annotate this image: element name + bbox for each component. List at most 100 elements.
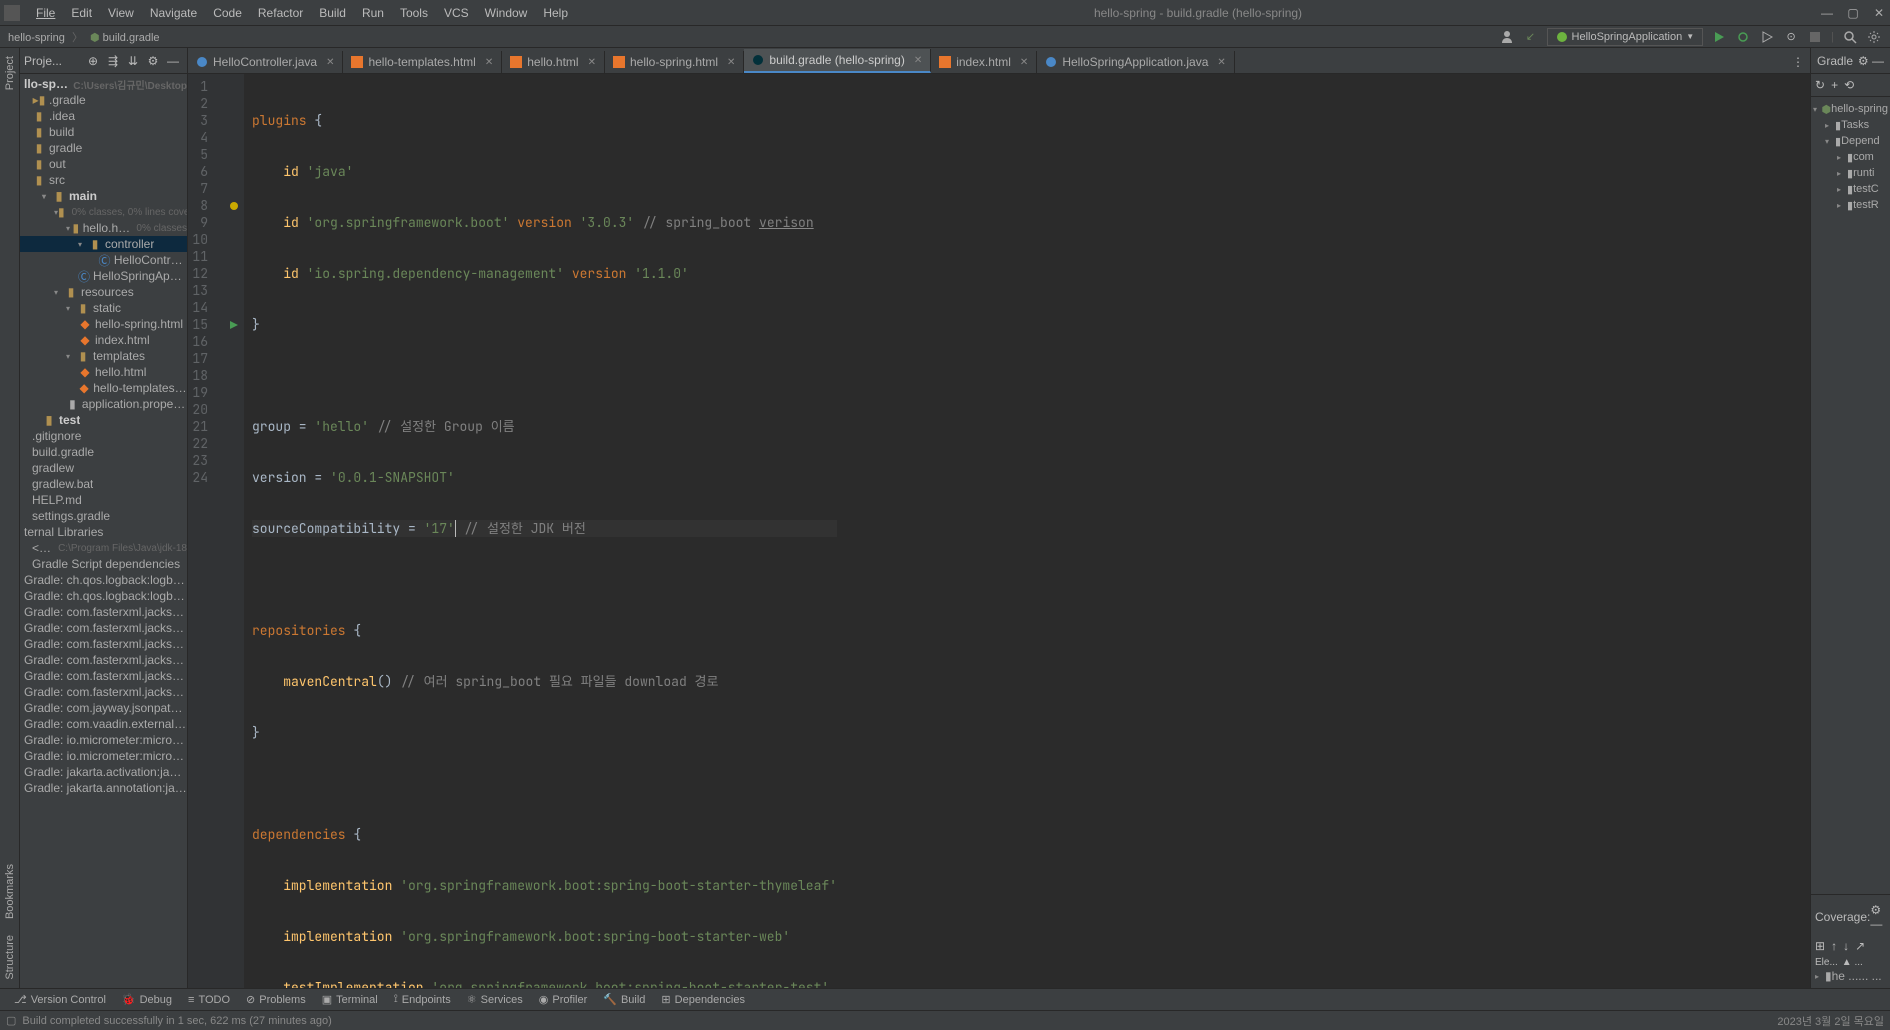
tree-build-gradle[interactable]: build.gradle [20, 444, 187, 460]
coverage-icon-3[interactable]: ↓ [1843, 939, 1849, 953]
tree-root[interactable]: llo-springC:\Users\김규민\Desktop [20, 76, 187, 92]
tree-help-md[interactable]: HELP.md [20, 492, 187, 508]
tab-close-icon[interactable]: ✕ [1020, 57, 1028, 68]
tree-hello-html[interactable]: ◆hello.html [20, 364, 187, 380]
run-icon[interactable] [1711, 29, 1727, 45]
menu-vcs[interactable]: VCS [436, 2, 477, 24]
tree-out-dir[interactable]: ▮out [20, 156, 187, 172]
tab-build-gradle[interactable]: build.gradle (hello-spring)✕ [744, 49, 931, 73]
bottom-todo[interactable]: ≡TODO [180, 994, 238, 1006]
tree-lib-5[interactable]: Gradle: com.fasterxml.jackson.core:jack [20, 636, 187, 652]
gradle-tree[interactable]: ▾⬢ hello-spring ▸▮ Tasks ▾▮ Depend ▸▮ co… [1811, 97, 1890, 894]
build-hammer-icon[interactable]: ↙ [1523, 29, 1539, 45]
tree-gradle-folder[interactable]: ▮gradle [20, 140, 187, 156]
tab-overflow-icon[interactable]: ⋮ [1786, 51, 1810, 73]
tab-close-icon[interactable]: ✕ [1217, 57, 1225, 68]
bottom-debug[interactable]: 🐞Debug [114, 993, 180, 1006]
gradle-detach-icon[interactable]: ⟲ [1844, 78, 1854, 92]
menu-run[interactable]: Run [354, 2, 392, 24]
gradle-depend[interactable]: ▾▮ Depend [1813, 133, 1888, 149]
tree-main-dir[interactable]: ▾▮main [20, 188, 187, 204]
target-icon[interactable]: ⊕ [83, 51, 103, 71]
tree-settings-gradle[interactable]: settings.gradle [20, 508, 187, 524]
tree-hello-pkg[interactable]: ▾▮hello.hellospring0% classes [20, 220, 187, 236]
bottom-dependencies[interactable]: ⊞Dependencies [653, 993, 753, 1006]
tree-build-dir[interactable]: ▮build [20, 124, 187, 140]
maximize-icon[interactable]: ▢ [1846, 6, 1860, 20]
tree-lib-1[interactable]: Gradle: ch.qos.logback:logback-classic:1 [20, 572, 187, 588]
tree-lib-9[interactable]: Gradle: com.jayway.jsonpath:json-path:2 [20, 700, 187, 716]
debug-icon[interactable] [1735, 29, 1751, 45]
left-tab-structure[interactable]: Structure [2, 927, 18, 988]
collapse-icon[interactable]: ⇶ [103, 51, 123, 71]
tree-jdk[interactable]: < 18 >C:\Program Files\Java\jdk-18 [20, 540, 187, 556]
tree-hello-controller[interactable]: ⒸHelloController [20, 252, 187, 268]
tree-lib-8[interactable]: Gradle: com.fasterxml.jackson.module:ja [20, 684, 187, 700]
bottom-services[interactable]: ⚛Services [459, 993, 531, 1006]
tree-lib-4[interactable]: Gradle: com.fasterxml.jackson.core:jack [20, 620, 187, 636]
menu-edit[interactable]: Edit [63, 2, 100, 24]
breadcrumb[interactable]: hello-spring 〉 ⬢ build.gradle [8, 29, 160, 45]
menu-window[interactable]: Window [477, 2, 536, 24]
tree-app-props[interactable]: ▮application.properties [20, 396, 187, 412]
tree-lib-6[interactable]: Gradle: com.fasterxml.jackson.datatype: [20, 652, 187, 668]
gradle-testc[interactable]: ▸▮ testC [1813, 181, 1888, 197]
tree-gradlew-bat[interactable]: gradlew.bat [20, 476, 187, 492]
bottom-endpoints[interactable]: ⟟Endpoints [386, 993, 459, 1006]
tab-close-icon[interactable]: ✕ [727, 57, 735, 68]
code-editor[interactable]: 12345 678910 1112131415 1617181920 21222… [188, 74, 1810, 988]
tree-lib-11[interactable]: Gradle: io.micrometer:micrometer-com [20, 732, 187, 748]
tab-hello-templates[interactable]: hello-templates.html✕ [343, 51, 502, 73]
menu-build[interactable]: Build [311, 2, 354, 24]
tree-index-html[interactable]: ◆index.html [20, 332, 187, 348]
profile-icon[interactable]: ⊙ [1783, 29, 1799, 45]
tree-gitignore[interactable]: .gitignore [20, 428, 187, 444]
tree-lib-2[interactable]: Gradle: ch.qos.logback:logback-core:1.4 [20, 588, 187, 604]
run-coverage-icon[interactable] [1759, 29, 1775, 45]
tab-hello-controller[interactable]: HelloController.java✕ [188, 51, 343, 73]
tab-close-icon[interactable]: ✕ [588, 57, 596, 68]
menu-navigate[interactable]: Navigate [142, 2, 205, 24]
tree-static-dir[interactable]: ▾▮static [20, 300, 187, 316]
gradle-testr[interactable]: ▸▮ testR [1813, 197, 1888, 213]
tab-hello-spring-html[interactable]: hello-spring.html✕ [605, 51, 744, 73]
tab-hello-html[interactable]: hello.html✕ [502, 51, 605, 73]
coverage-settings-icon[interactable]: ⚙ — [1870, 903, 1886, 931]
breadcrumb-file[interactable]: build.gradle [103, 32, 160, 44]
bottom-terminal[interactable]: ▣Terminal [314, 993, 386, 1006]
search-icon[interactable] [1842, 29, 1858, 45]
tab-close-icon[interactable]: ✕ [326, 57, 334, 68]
coverage-item-he[interactable]: ▸▮ he ... ... ... [1815, 968, 1886, 984]
bottom-problems[interactable]: ⊘Problems [238, 993, 314, 1006]
menu-file[interactable]: File [28, 2, 63, 24]
gradle-runti[interactable]: ▸▮ runti [1813, 165, 1888, 181]
minimize-icon[interactable]: — [1820, 6, 1834, 20]
tree-lib-12[interactable]: Gradle: io.micrometer:micrometer-obse [20, 748, 187, 764]
tree-templates-dir[interactable]: ▾▮templates [20, 348, 187, 364]
tab-index-html[interactable]: index.html✕ [931, 51, 1037, 73]
menu-view[interactable]: View [100, 2, 142, 24]
tree-java-dir[interactable]: ▾▮java0% classes, 0% lines covered [20, 204, 187, 220]
menu-tools[interactable]: Tools [392, 2, 436, 24]
run-gutter-icon[interactable] [224, 316, 244, 333]
left-tab-project[interactable]: Project [2, 48, 18, 98]
bottom-profiler[interactable]: ◉Profiler [531, 993, 595, 1006]
tree-lib-14[interactable]: Gradle: jakarta.annotation:jakarta.anno [20, 780, 187, 796]
settings-gear-icon[interactable] [1866, 29, 1882, 45]
tab-hello-spring-app[interactable]: HelloSpringApplication.java✕ [1037, 51, 1234, 73]
menu-help[interactable]: Help [535, 2, 576, 24]
gradle-add-icon[interactable]: + [1831, 78, 1838, 92]
gradle-refresh-icon[interactable]: ↻ [1815, 78, 1825, 92]
gradle-root[interactable]: ▾⬢ hello-spring [1813, 101, 1888, 117]
gradle-settings-icon[interactable]: ⚙ — [1858, 54, 1884, 68]
code-content[interactable]: plugins { id 'java' id 'org.springframew… [244, 74, 837, 988]
tree-lib-13[interactable]: Gradle: jakarta.activation:jakarta.activ… [20, 764, 187, 780]
tree-controller-pkg[interactable]: ▾▮controller [20, 236, 187, 252]
project-tree[interactable]: llo-springC:\Users\김규민\Desktop ▸▮.gradle… [20, 74, 187, 988]
left-tab-bookmarks[interactable]: Bookmarks [2, 856, 18, 927]
gradle-tasks[interactable]: ▸▮ Tasks [1813, 117, 1888, 133]
coverage-icon-2[interactable]: ↑ [1831, 939, 1837, 953]
gradle-com[interactable]: ▸▮ com [1813, 149, 1888, 165]
menu-refactor[interactable]: Refactor [250, 2, 311, 24]
close-icon[interactable]: ✕ [1872, 6, 1886, 20]
